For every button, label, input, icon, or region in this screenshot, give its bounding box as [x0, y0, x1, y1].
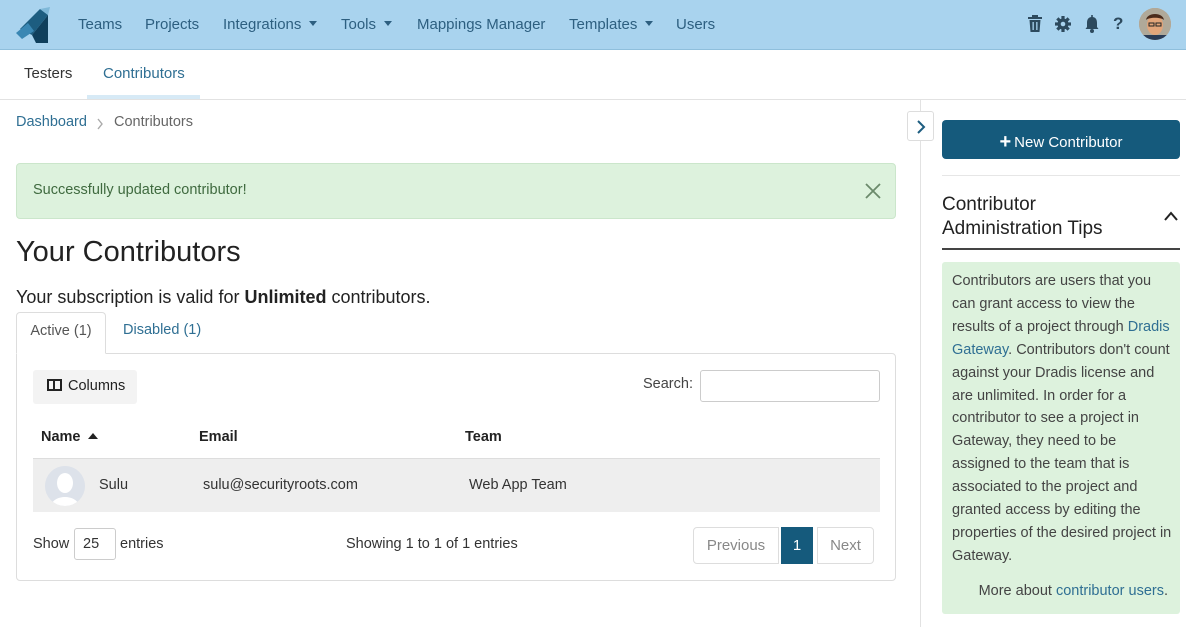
- new-contributor-button[interactable]: + New Contributor: [942, 120, 1180, 159]
- plus-icon: +: [999, 131, 1012, 153]
- columns-button-label: Columns: [68, 378, 126, 394]
- tab-disabled-contributors[interactable]: Disabled (1): [123, 312, 201, 354]
- caret-down-icon: [309, 20, 318, 26]
- subtab-active-indicator: [87, 95, 200, 99]
- column-header-team[interactable]: Team: [465, 429, 502, 445]
- search-label: Search:: [643, 376, 693, 392]
- alert-message: Successfully updated contributor!: [33, 182, 247, 198]
- columns-button[interactable]: Columns: [33, 370, 137, 404]
- chevron-up-icon[interactable]: [1163, 210, 1179, 222]
- tips-underline: [942, 248, 1180, 250]
- tips-title[interactable]: Contributor Administration Tips: [942, 193, 1142, 241]
- success-alert: Successfully updated contributor!: [16, 163, 896, 219]
- nav-tools[interactable]: Tools: [341, 16, 393, 33]
- sub-navbar: Testers Contributors: [0, 50, 1186, 100]
- dradis-logo-icon[interactable]: [14, 5, 52, 45]
- chevron-right-icon: [97, 118, 103, 130]
- cell-email: sulu@securityroots.com: [203, 477, 358, 493]
- entries-label: entries: [120, 536, 164, 552]
- breadcrumb-current: Contributors: [114, 114, 193, 130]
- tips-more: More about contributor users.: [979, 583, 1168, 599]
- sidebar-collapse-button[interactable]: [907, 111, 934, 141]
- contributors-table-panel: Columns Search: Name Email Team Sulu sul…: [16, 353, 896, 581]
- tips-more-suffix: .: [1163, 583, 1168, 599]
- nav-users[interactable]: Users: [676, 16, 715, 33]
- caret-down-icon: [645, 20, 654, 26]
- trash-icon[interactable]: [1026, 14, 1044, 34]
- nav-templates[interactable]: Templates: [569, 16, 654, 33]
- subscription-limit: Unlimited: [244, 287, 327, 307]
- page-title: Your Contributors: [16, 236, 241, 268]
- subtab-testers[interactable]: Testers: [24, 65, 72, 82]
- tips-text-part1: Contributors are users that you can gran…: [952, 273, 1152, 335]
- bell-icon[interactable]: [1083, 14, 1101, 34]
- sidebar-separator: [942, 175, 1180, 176]
- sort-ascending-icon: [87, 433, 98, 439]
- subscription-prefix: Your subscription is valid for: [16, 287, 245, 307]
- breadcrumb-dashboard[interactable]: Dashboard: [16, 114, 87, 130]
- close-icon[interactable]: [864, 182, 882, 200]
- pagination-previous[interactable]: Previous: [693, 527, 779, 564]
- nav-templates-label: Templates: [569, 16, 638, 33]
- nav-mappings-manager[interactable]: Mappings Manager: [417, 16, 545, 33]
- columns-icon: [47, 379, 62, 391]
- table-row[interactable]: Sulu sulu@securityroots.com Web App Team: [33, 458, 880, 512]
- pagination-next[interactable]: Next: [817, 527, 874, 564]
- page-size-select[interactable]: 25: [74, 528, 116, 560]
- column-header-name-label: Name: [41, 429, 81, 445]
- cell-team: Web App Team: [469, 477, 567, 493]
- user-avatar-image: [1139, 8, 1171, 40]
- contributor-avatar: [45, 466, 85, 506]
- tips-text: Contributors are users that you can gran…: [952, 270, 1176, 568]
- cell-name: Sulu: [99, 477, 129, 493]
- nav-integrations-label: Integrations: [223, 16, 302, 33]
- help-icon[interactable]: ?: [1113, 14, 1123, 34]
- subtab-contributors[interactable]: Contributors: [103, 65, 185, 82]
- sidebar-divider: [920, 100, 921, 627]
- contributor-users-link[interactable]: contributor users: [1056, 583, 1164, 599]
- table-info: Showing 1 to 1 of 1 entries: [346, 536, 518, 552]
- gear-icon[interactable]: [1054, 14, 1072, 34]
- nav-integrations[interactable]: Integrations: [223, 16, 318, 33]
- user-avatar[interactable]: [1139, 8, 1171, 40]
- column-header-name[interactable]: Name: [41, 429, 98, 445]
- column-header-email[interactable]: Email: [199, 429, 238, 445]
- subscription-suffix: contributors.: [326, 287, 431, 307]
- tips-more-prefix: More about: [978, 583, 1056, 599]
- search-input[interactable]: [700, 370, 880, 402]
- pagination-current-page[interactable]: 1: [781, 527, 813, 564]
- top-navbar: Teams Projects Integrations Tools Mappin…: [0, 0, 1186, 50]
- nav-teams[interactable]: Teams: [78, 16, 122, 33]
- nav-projects[interactable]: Projects: [145, 16, 199, 33]
- tips-text-part2: . Contributors don't count against your …: [952, 341, 1172, 564]
- tab-active-contributors[interactable]: Active (1): [16, 312, 106, 354]
- chevron-right-icon: [917, 120, 926, 134]
- subscription-info: Your subscription is valid for Unlimited…: [16, 287, 431, 308]
- caret-down-icon: [384, 20, 393, 26]
- new-contributor-label: New Contributor: [1014, 134, 1123, 151]
- tips-box: Contributors are users that you can gran…: [942, 262, 1180, 614]
- show-label: Show: [33, 536, 70, 552]
- default-avatar-icon: [45, 466, 85, 506]
- nav-tools-label: Tools: [341, 16, 377, 33]
